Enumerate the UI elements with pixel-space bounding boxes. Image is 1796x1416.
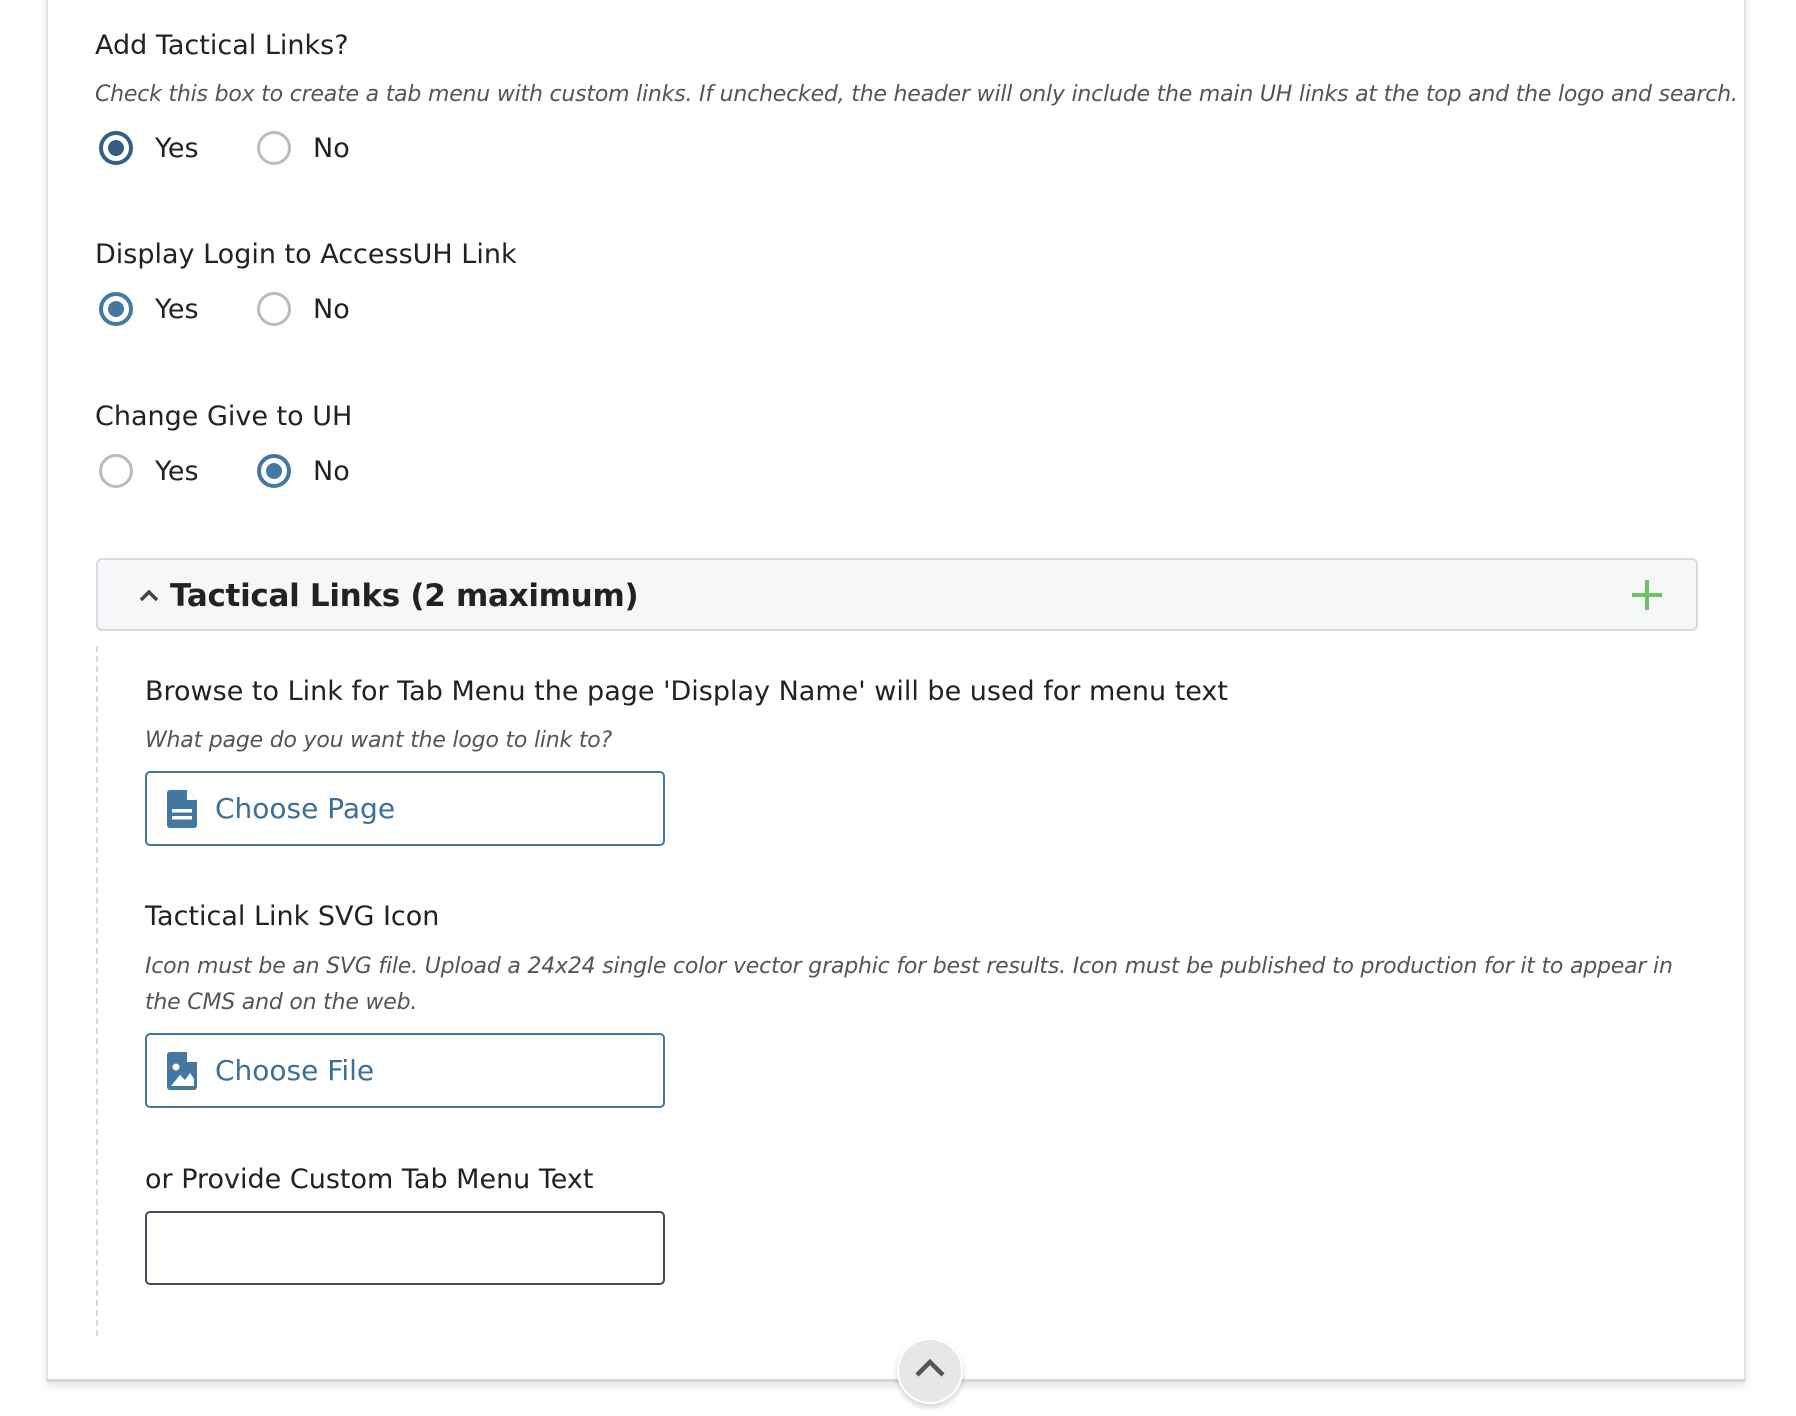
radio-unchecked-icon[interactable] <box>257 131 291 165</box>
radio-checked-icon[interactable] <box>99 292 133 326</box>
custom-tab-menu-text-input[interactable] <box>145 1211 665 1285</box>
browse-link-help: What page do you want the logo to link t… <box>145 728 613 753</box>
choose-file-label: Choose File <box>215 1054 375 1087</box>
radio-label-no: No <box>313 455 350 487</box>
tactical-links-accordion-header[interactable]: Tactical Links (2 maximum) <box>96 558 1698 631</box>
display-login-label: Display Login to AccessUH Link <box>95 239 517 270</box>
custom-text-label: or Provide Custom Tab Menu Text <box>145 1164 594 1195</box>
add-tactical-links-yes-radio[interactable]: Yes <box>99 131 203 165</box>
radio-label-yes: Yes <box>155 293 199 325</box>
add-tactical-links-label: Add Tactical Links? <box>95 30 349 61</box>
svg-icon-label: Tactical Link SVG Icon <box>145 901 440 932</box>
plus-icon[interactable] <box>1630 578 1664 612</box>
browse-link-label: Browse to Link for Tab Menu the page 'Di… <box>145 676 1228 707</box>
chevron-up-icon <box>915 1358 945 1377</box>
add-tactical-links-help: Check this box to create a tab menu with… <box>95 82 1738 107</box>
change-give-label: Change Give to UH <box>95 401 353 432</box>
choose-file-button[interactable]: Choose File <box>145 1033 665 1108</box>
choose-page-button[interactable]: Choose Page <box>145 771 665 846</box>
change-give-no-radio[interactable]: No <box>257 454 361 488</box>
file-text-icon <box>167 789 197 828</box>
change-give-yes-radio[interactable]: Yes <box>99 454 203 488</box>
change-give-radio-group: Yes No <box>99 450 415 492</box>
add-tactical-links-radio-group: Yes No <box>99 127 415 169</box>
chevron-up-icon[interactable] <box>138 584 160 606</box>
display-login-radio-group: Yes No <box>99 288 415 330</box>
radio-unchecked-icon[interactable] <box>99 454 133 488</box>
radio-label-no: No <box>313 293 350 325</box>
svg-icon-help: Icon must be an SVG file. Upload a 24x24… <box>145 954 1673 1015</box>
radio-label-no: No <box>313 132 350 164</box>
choose-page-label: Choose Page <box>215 792 396 825</box>
add-tactical-links-no-radio[interactable]: No <box>257 131 361 165</box>
radio-unchecked-icon[interactable] <box>257 292 291 326</box>
scroll-to-top-button[interactable] <box>897 1338 963 1404</box>
display-login-yes-radio[interactable]: Yes <box>99 292 203 326</box>
radio-checked-icon[interactable] <box>99 131 133 165</box>
tactical-links-title: Tactical Links (2 maximum) <box>170 578 639 614</box>
file-image-icon <box>167 1051 197 1090</box>
display-login-no-radio[interactable]: No <box>257 292 361 326</box>
radio-label-yes: Yes <box>155 455 199 487</box>
radio-label-yes: Yes <box>155 132 199 164</box>
radio-checked-icon[interactable] <box>257 454 291 488</box>
accordion-body-guide <box>96 646 98 1336</box>
